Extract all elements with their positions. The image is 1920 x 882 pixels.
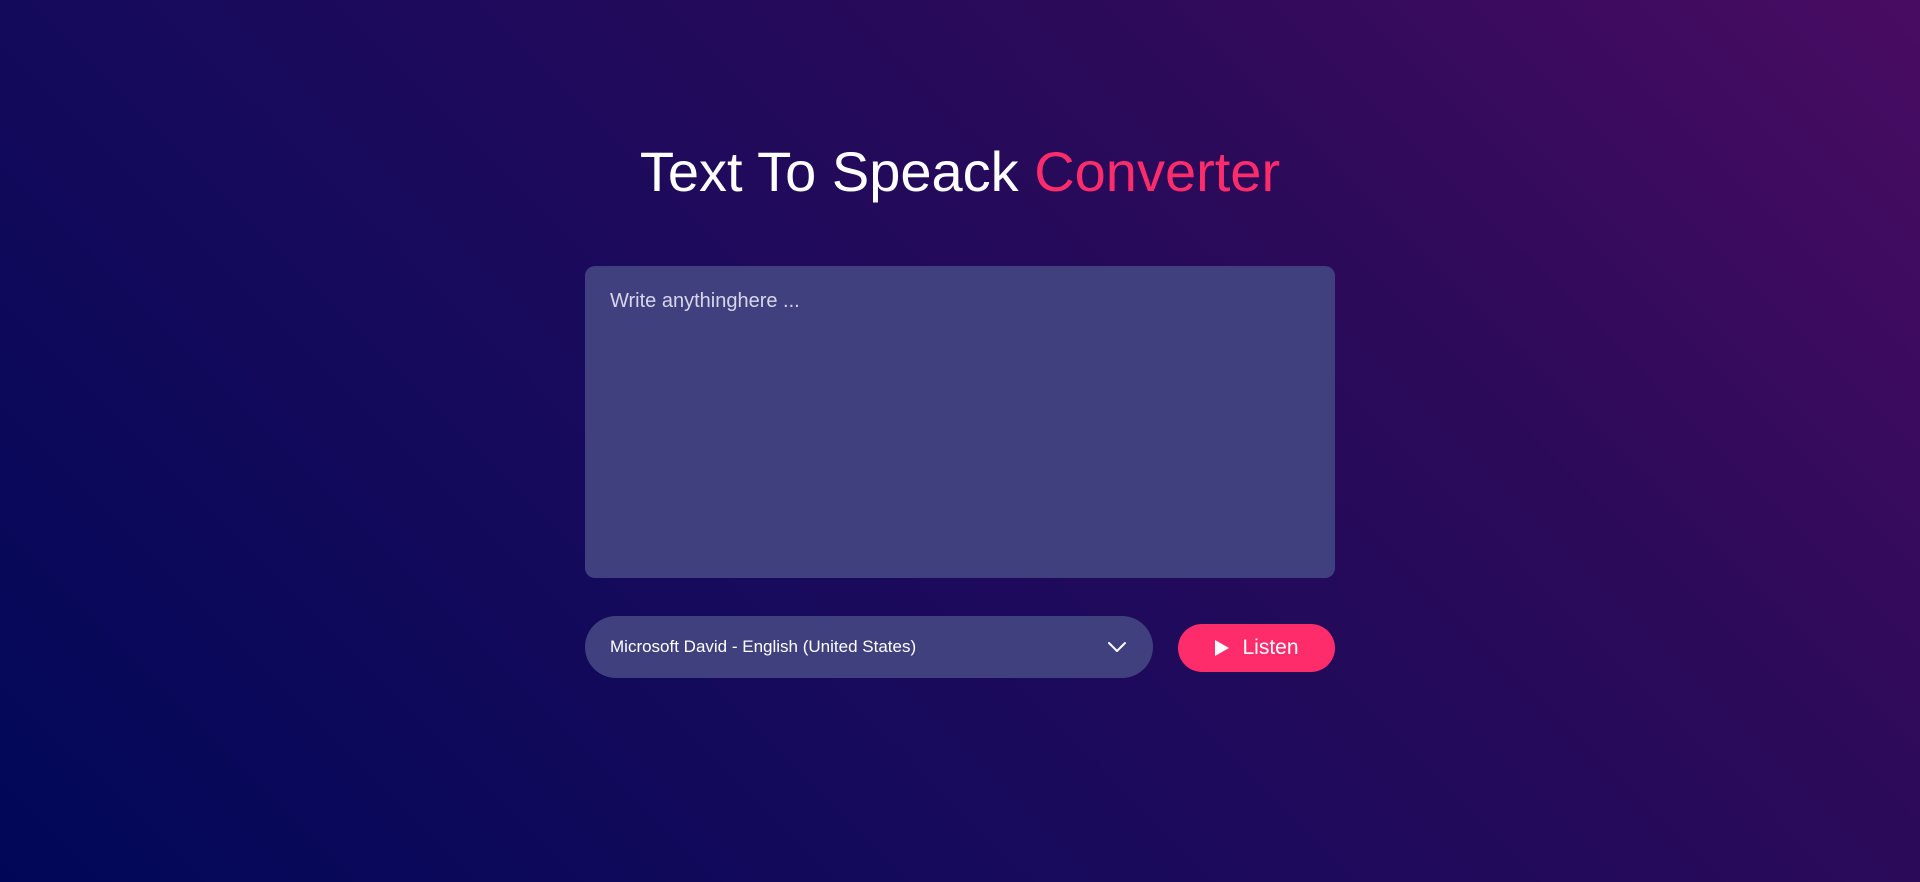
- text-input[interactable]: [585, 266, 1335, 578]
- listen-button[interactable]: Listen: [1178, 624, 1335, 672]
- title-accent: Converter: [1034, 140, 1281, 203]
- listen-button-label: Listen: [1242, 636, 1299, 659]
- title-main: Text To Speack: [639, 140, 1019, 203]
- voice-select[interactable]: Microsoft David - English (United States…: [585, 616, 1153, 678]
- voice-select-value: Microsoft David - English (United States…: [610, 637, 917, 656]
- chevron-down-icon: [1106, 636, 1128, 658]
- play-icon: [1214, 639, 1230, 657]
- page-title: Text To Speack Converter: [585, 140, 1335, 204]
